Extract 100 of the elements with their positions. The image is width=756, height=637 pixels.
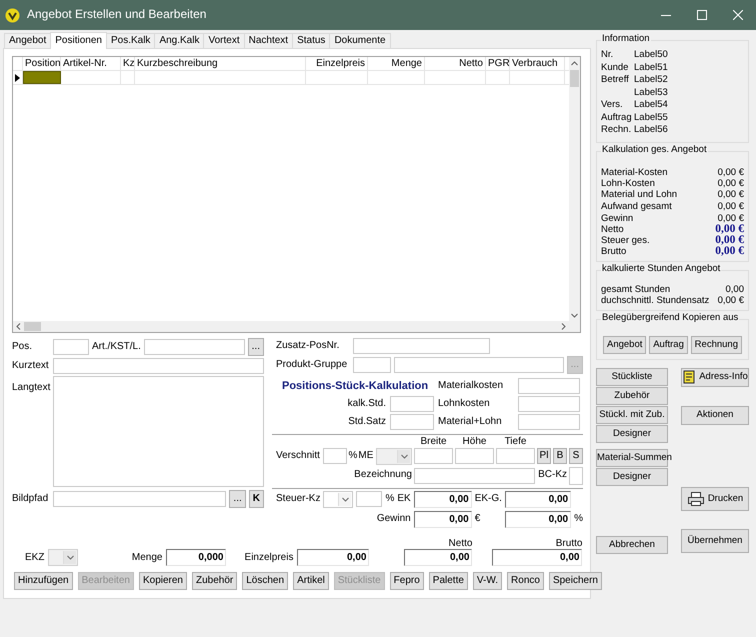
side-button[interactable]: Designer <box>596 468 668 486</box>
column-header[interactable]: Artikel-Nr. <box>61 57 121 70</box>
input-field[interactable]: 0,00 <box>504 510 572 528</box>
input-field[interactable] <box>390 414 434 430</box>
total-label: Steuer ges. <box>601 234 650 246</box>
vertical-scrollbar[interactable] <box>569 57 580 332</box>
info-label: Betreff <box>601 75 630 87</box>
column-header[interactable]: Einzelpreis <box>306 57 368 70</box>
action-button[interactable]: Zubehör <box>192 572 238 590</box>
action-button[interactable]: V-W. <box>472 572 502 590</box>
info-label: Rechn. <box>601 125 632 137</box>
input-field[interactable]: 0,00 <box>297 549 370 566</box>
tab[interactable]: Ang.Kalk <box>154 33 204 48</box>
total-label: Material und Lohn <box>601 188 678 200</box>
hours-value: 0,00 <box>726 284 744 294</box>
current-cell[interactable] <box>23 71 61 84</box>
field-label: Gewinn <box>376 513 411 525</box>
input-field[interactable] <box>353 338 490 354</box>
column-header[interactable]: PGR <box>486 57 510 70</box>
field-label: EKZ <box>25 552 44 563</box>
column-header[interactable]: Netto <box>425 57 486 70</box>
side-button[interactable]: Designer <box>596 424 668 442</box>
section-title: Positions-Stück-Kalkulation <box>282 380 430 392</box>
input-field[interactable]: 0,00 <box>492 549 582 566</box>
input-field[interactable] <box>414 448 453 464</box>
input-field[interactable] <box>356 491 382 507</box>
input-field[interactable] <box>518 414 580 430</box>
info-value: Label53 <box>634 88 668 100</box>
side-button[interactable]: Adress-Info <box>681 368 749 386</box>
tab[interactable]: Positionen <box>50 32 107 49</box>
toggle-button[interactable]: B <box>553 448 567 464</box>
action-button[interactable]: Kopieren <box>138 572 187 590</box>
input-field[interactable] <box>390 396 434 412</box>
side-button[interactable]: Stückliste <box>596 368 668 386</box>
field-label: Kurztext <box>12 360 50 372</box>
column-header[interactable]: Menge <box>368 57 425 70</box>
maximize-icon[interactable] <box>697 10 707 20</box>
scrollbar-thumb[interactable] <box>24 322 41 331</box>
close-icon[interactable] <box>733 10 743 20</box>
dropdown[interactable] <box>323 490 354 508</box>
side-button[interactable]: Drucken <box>681 486 749 510</box>
toggle-button[interactable]: Pl <box>537 448 551 464</box>
input-field[interactable]: 0,00 <box>414 510 472 528</box>
input-field[interactable] <box>496 448 535 464</box>
side-button[interactable]: Zubehör <box>596 386 668 404</box>
text-area[interactable] <box>53 376 264 487</box>
total-value: 0,00 € <box>718 200 744 212</box>
toggle-button[interactable]: S <box>569 448 583 464</box>
column-header[interactable]: Position <box>23 57 61 70</box>
address-book-icon <box>682 370 696 384</box>
input-field[interactable] <box>144 339 245 355</box>
copy-button[interactable]: Auftrag <box>649 336 688 354</box>
input-field[interactable] <box>53 491 226 507</box>
action-button[interactable]: Fepro <box>390 572 424 590</box>
action-button[interactable]: Löschen <box>242 572 288 590</box>
input-field[interactable] <box>394 357 564 373</box>
column-header[interactable]: Kz <box>121 57 135 70</box>
info-value: Label50 <box>634 50 668 62</box>
input-field[interactable] <box>455 448 494 464</box>
save-button[interactable]: Speichern <box>548 572 602 590</box>
input-field[interactable] <box>414 468 535 484</box>
action-button[interactable]: Ronco <box>507 572 544 590</box>
input-field[interactable]: 0,00 <box>414 490 472 508</box>
field-label: kalk.Std. <box>346 398 386 410</box>
input-field[interactable] <box>322 448 346 464</box>
field-label: Material+Lohn <box>438 416 503 428</box>
tab[interactable]: Angebot <box>4 33 52 48</box>
browse-button[interactable]: ... <box>229 490 246 508</box>
app-logo-icon <box>5 8 20 22</box>
k-button[interactable]: K <box>248 490 264 508</box>
action-button[interactable]: Artikel <box>293 572 329 590</box>
input-field[interactable] <box>53 339 89 355</box>
info-label: Nr. <box>601 50 614 62</box>
column-header[interactable]: Kurzbeschreibung <box>135 57 306 70</box>
tab[interactable]: Dokumente <box>329 33 391 48</box>
input-field[interactable] <box>569 466 583 484</box>
side-button[interactable]: Übernehmen <box>681 528 749 552</box>
field-label: Netto <box>448 538 472 549</box>
input-field[interactable] <box>518 378 580 394</box>
input-field[interactable]: 0,00 <box>504 490 572 508</box>
input-field[interactable]: 0,00 <box>404 549 472 566</box>
group-title: Kalkulation ges. Angebot <box>601 144 708 156</box>
copy-button[interactable]: Angebot <box>603 336 646 354</box>
unit-label: % <box>574 513 583 525</box>
input-field[interactable] <box>353 357 391 373</box>
side-button[interactable]: Abbrechen <box>596 536 668 554</box>
scrollbar-thumb[interactable] <box>570 70 579 87</box>
side-button[interactable]: Stückl. mit Zub. <box>596 406 668 424</box>
column-header[interactable]: Verbrauch <box>510 57 565 70</box>
input-field[interactable] <box>518 396 580 412</box>
browse-button[interactable]: ... <box>248 338 264 356</box>
field-label: Bildpfad <box>12 493 50 505</box>
action-button[interactable]: Palette <box>428 572 468 590</box>
copy-button[interactable]: Rechnung <box>690 336 742 354</box>
unit-label: % <box>348 450 358 462</box>
horizontal-scrollbar[interactable] <box>13 321 569 332</box>
input-field[interactable]: 0,000 <box>166 549 226 566</box>
side-button[interactable]: Aktionen <box>681 406 749 424</box>
input-field[interactable] <box>53 358 264 374</box>
action-button[interactable]: Hinzufügen <box>14 572 73 590</box>
